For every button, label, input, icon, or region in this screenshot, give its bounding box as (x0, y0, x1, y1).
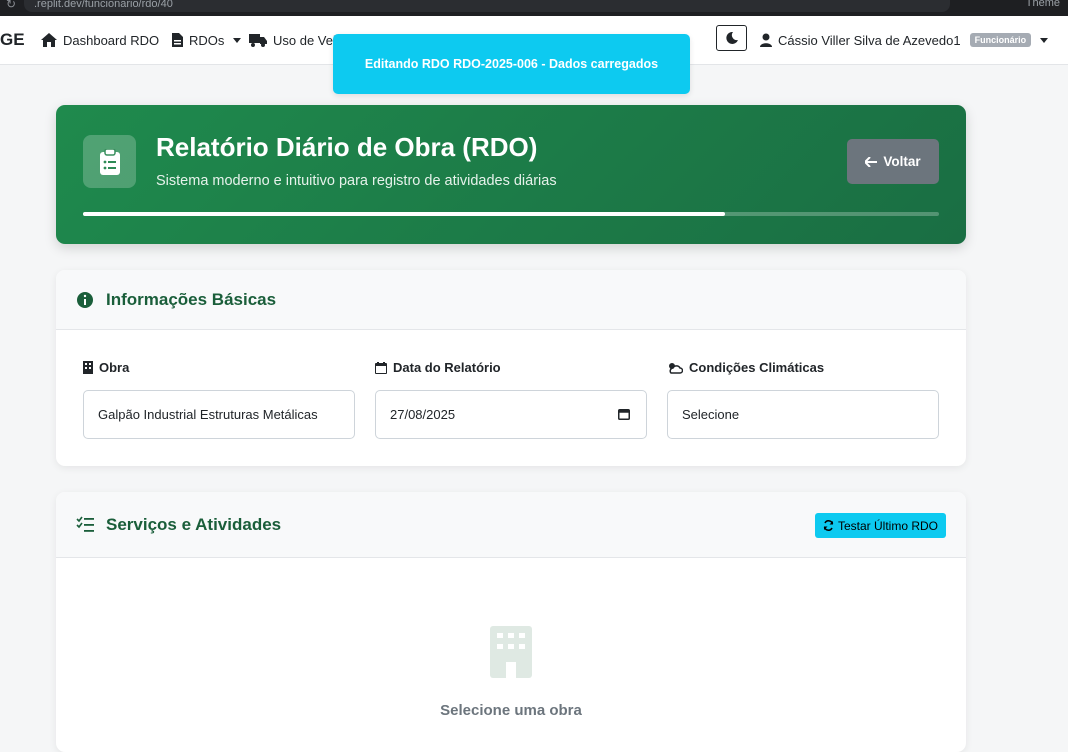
nav-rdos-dropdown[interactable]: RDOs (172, 16, 242, 64)
services-title: Serviços e Atividades (106, 515, 282, 534)
building-icon (490, 626, 532, 678)
obra-label: Obra (83, 360, 129, 375)
weather-select[interactable]: Selecione (667, 390, 939, 439)
sync-icon (823, 520, 834, 531)
form-progress-bar (83, 212, 939, 216)
date-value: 27/08/2025 (390, 407, 456, 422)
calendar-picker-icon[interactable] (618, 408, 630, 420)
theme-toggle[interactable]: Theme (1026, 0, 1060, 10)
date-label: Data do Relatório (375, 360, 501, 375)
weather-label: Condições Climáticas (667, 360, 824, 375)
address-bar[interactable]: .replit.dev/funcionario/rdo/40 (24, 0, 950, 12)
nav-vehicles[interactable]: Uso de Vei (249, 16, 336, 64)
date-input[interactable]: 27/08/2025 (375, 390, 647, 439)
toast-notification: Editando RDO RDO-2025-006 - Dados carreg… (333, 34, 690, 94)
user-name: Cássio Viller Silva de Azevedo1 (778, 32, 961, 48)
empty-state-text: Selecione uma obra (440, 702, 582, 719)
brand[interactable]: GE (0, 16, 25, 64)
obra-value: Galpão Industrial Estruturas Metálicas (98, 407, 318, 422)
page-title: Relatório Diário de Obra (RDO) (156, 132, 538, 162)
truck-icon (249, 33, 267, 47)
dark-mode-toggle[interactable] (716, 25, 747, 51)
user-icon (760, 33, 772, 47)
user-menu[interactable]: Cássio Viller Silva de Azevedo1 Funcioná… (760, 16, 1049, 64)
chevron-down-icon (1040, 37, 1049, 43)
weather-value: Selecione (682, 407, 740, 422)
nav-rdos-label: RDOs (189, 32, 225, 48)
date-label-text: Data do Relatório (393, 360, 501, 375)
weather-label-text: Condições Climáticas (689, 360, 825, 375)
obra-select[interactable]: Galpão Industrial Estruturas Metálicas (83, 390, 355, 439)
test-last-rdo-button[interactable]: Testar Último RDO (814, 513, 946, 538)
home-icon (41, 33, 57, 47)
file-icon (172, 33, 183, 47)
basic-info-card: Informações Básicas Obra Galpão Industri… (56, 270, 966, 466)
chevron-down-icon (233, 37, 242, 43)
obra-label-text: Obra (99, 360, 130, 375)
brand-text: GE (0, 30, 25, 49)
back-button[interactable]: Voltar (847, 139, 939, 184)
theme-label: Theme (1025, 0, 1060, 9)
clipboard-icon (83, 135, 136, 188)
info-circle-icon (77, 292, 93, 308)
url-text: .replit.dev/funcionario/rdo/40 (34, 0, 173, 10)
basic-info-title: Informações Básicas (106, 290, 277, 309)
arrow-left-icon (865, 156, 878, 167)
building-icon (83, 361, 93, 374)
role-badge: Funcionário (969, 33, 1032, 47)
page-header: Relatório Diário de Obra (RDO) Sistema m… (56, 105, 966, 244)
nav-dashboard-label: Dashboard RDO (63, 32, 160, 48)
basic-info-header: Informações Básicas (56, 270, 966, 330)
calendar-icon (375, 361, 387, 374)
moon-icon (725, 32, 738, 44)
test-last-rdo-label: Testar Último RDO (837, 518, 938, 533)
back-button-label: Voltar (883, 154, 921, 169)
form-progress-fill (83, 212, 725, 216)
page-subtitle: Sistema moderno e intuitivo para registr… (156, 173, 557, 189)
services-card: Serviços e Atividades Testar Último RDO … (56, 492, 966, 752)
toast-message: Editando RDO RDO-2025-006 - Dados carreg… (364, 57, 659, 71)
nav-dashboard[interactable]: Dashboard RDO (41, 16, 159, 64)
reload-icon[interactable]: ↻ (6, 0, 16, 11)
services-header: Serviços e Atividades Testar Último RDO (56, 492, 966, 558)
browser-bar: ↻ .replit.dev/funcionario/rdo/40 Theme (0, 0, 1068, 16)
list-check-icon (76, 516, 94, 532)
nav-vehicles-label: Uso de Vei (273, 32, 336, 48)
cloud-sun-icon (669, 362, 683, 374)
